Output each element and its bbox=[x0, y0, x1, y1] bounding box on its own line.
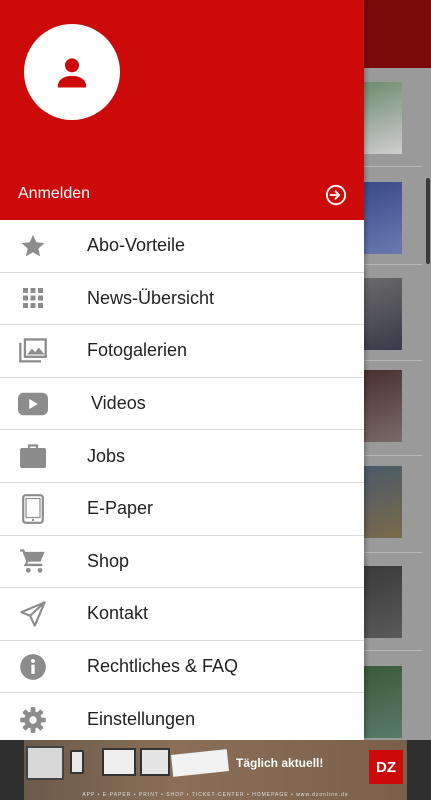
tablet-icon bbox=[140, 748, 170, 776]
menu-item-videos[interactable]: Videos bbox=[0, 378, 364, 431]
person-icon bbox=[57, 58, 87, 88]
grid-icon bbox=[18, 283, 48, 313]
login-label[interactable]: Anmelden bbox=[18, 185, 90, 203]
tablet-icon bbox=[102, 748, 136, 776]
scrollbar[interactable] bbox=[426, 178, 430, 264]
dz-logo: DZ bbox=[369, 750, 403, 784]
gear-icon bbox=[18, 705, 48, 735]
phone-icon bbox=[70, 750, 84, 774]
menu-item-shop[interactable]: Shop bbox=[0, 536, 364, 589]
menu-item-rechtliches-faq[interactable]: Rechtliches & FAQ bbox=[0, 641, 364, 694]
ad-banner[interactable]: Täglich aktuell! DZ APP • E-PAPER • PRIN… bbox=[0, 740, 431, 800]
menu-item-label: News-Übersicht bbox=[87, 287, 215, 308]
divider bbox=[364, 166, 422, 167]
laptop-icon bbox=[26, 746, 64, 780]
photo-gallery-icon bbox=[18, 336, 48, 366]
info-icon bbox=[18, 652, 48, 682]
newspaper-icon bbox=[171, 749, 229, 777]
divider bbox=[364, 552, 422, 553]
article-thumbnail[interactable] bbox=[364, 370, 402, 442]
menu-item-abo-vorteile[interactable]: Abo-Vorteile bbox=[0, 220, 364, 273]
briefcase-icon bbox=[18, 441, 48, 471]
divider bbox=[364, 650, 422, 651]
menu-item-label: E-Paper bbox=[87, 498, 154, 519]
menu-item-label: Videos bbox=[91, 393, 146, 414]
article-thumbnail[interactable] bbox=[364, 278, 402, 350]
divider bbox=[364, 264, 422, 265]
menu-item-label: Rechtliches & FAQ bbox=[87, 656, 239, 677]
youtube-icon bbox=[18, 389, 48, 419]
menu-item-news-uebersicht[interactable]: News-Übersicht bbox=[0, 273, 364, 326]
menu-item-kontakt[interactable]: Kontakt bbox=[0, 588, 364, 641]
banner-tagline: Täglich aktuell! bbox=[236, 756, 324, 770]
drawer-header: Anmelden bbox=[0, 0, 364, 220]
tablet-icon bbox=[18, 493, 48, 524]
ad-banner-image: Täglich aktuell! DZ APP • E-PAPER • PRIN… bbox=[24, 740, 407, 800]
menu-item-label: Kontakt bbox=[87, 603, 149, 624]
star-icon bbox=[18, 231, 48, 261]
drawer-menu: Abo-Vorteile News-Übersicht Fotogalerien… bbox=[0, 220, 364, 740]
menu-item-label: Fotogalerien bbox=[87, 340, 188, 361]
divider bbox=[364, 455, 422, 456]
login-icon[interactable] bbox=[325, 184, 347, 206]
menu-item-label: Jobs bbox=[87, 445, 126, 466]
article-thumbnail[interactable] bbox=[364, 566, 402, 638]
article-thumbnail[interactable] bbox=[364, 182, 402, 254]
article-thumbnail[interactable] bbox=[364, 466, 402, 538]
article-thumbnail[interactable] bbox=[364, 82, 402, 154]
menu-item-e-paper[interactable]: E-Paper bbox=[0, 483, 364, 536]
banner-links: APP • E-PAPER • PRINT • SHOP • TICKET-CE… bbox=[82, 792, 349, 798]
cart-icon bbox=[18, 546, 48, 576]
navigation-drawer: Anmelden Abo-Vorteile News-Übersicht Fot… bbox=[0, 0, 364, 740]
send-icon bbox=[18, 599, 48, 629]
avatar[interactable] bbox=[24, 24, 120, 120]
menu-item-label: Shop bbox=[87, 550, 130, 571]
menu-item-fotogalerien[interactable]: Fotogalerien bbox=[0, 325, 364, 378]
menu-item-label: Einstellungen bbox=[87, 709, 196, 730]
menu-item-label: Abo-Vorteile bbox=[87, 235, 186, 256]
menu-item-einstellungen[interactable]: Einstellungen bbox=[0, 693, 364, 740]
menu-item-jobs[interactable]: Jobs bbox=[0, 430, 364, 483]
divider bbox=[364, 360, 422, 361]
article-thumbnail[interactable] bbox=[364, 666, 402, 738]
